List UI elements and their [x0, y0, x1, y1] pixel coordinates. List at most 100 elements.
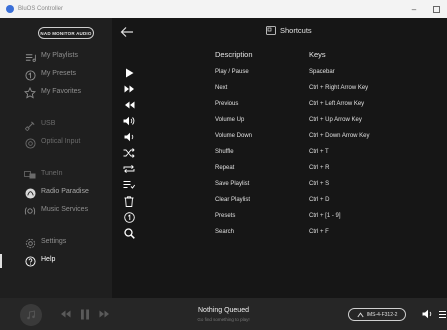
- page-header: Shortcuts: [266, 26, 312, 35]
- minimize-button[interactable]: –: [403, 0, 425, 18]
- volume-up-icon: [122, 114, 136, 128]
- previous-icon: [122, 98, 136, 112]
- chevron-up-icon: [357, 311, 364, 317]
- shortcut-row: Previous Ctrl + Left Arrow Key: [112, 97, 447, 113]
- save-playlist-icon: [122, 178, 136, 192]
- window-titlebar: BluOS Controller –: [0, 0, 447, 18]
- shortcut-keys: Ctrl + Right Arrow Key: [309, 85, 369, 91]
- shortcut-description: Volume Down: [215, 133, 253, 139]
- shortcut-keys: Ctrl + T: [309, 149, 329, 155]
- shortcut-keys: Ctrl + [1 - 9]: [309, 213, 341, 219]
- radio-paradise-icon: [24, 187, 36, 199]
- shortcut-keys: Spacebar: [309, 69, 335, 75]
- help-icon: [24, 255, 36, 267]
- preset-number-icon: [122, 210, 136, 224]
- sidebar-item-settings[interactable]: Settings: [0, 234, 112, 252]
- brand-logo: NAD MONITOR AUDIO: [38, 27, 94, 39]
- shortcut-keys: Ctrl + Left Arrow Key: [309, 101, 365, 107]
- shortcut-row: Volume Up Ctrl + Up Arrow Key: [112, 113, 447, 129]
- shortcut-row: Search Ctrl + F: [112, 225, 447, 241]
- sidebar-item-label: TuneIn: [41, 170, 63, 177]
- shortcut-description: Save Playlist: [215, 181, 250, 187]
- column-header-description: Description: [215, 50, 253, 59]
- active-indicator: [0, 254, 2, 268]
- player-bar: Nothing Queued Go find something to play…: [0, 298, 447, 330]
- shortcut-row: Play / Pause Spacebar: [112, 65, 447, 81]
- shortcut-row: Repeat Ctrl + R: [112, 161, 447, 177]
- shortcut-keys: Ctrl + Up Arrow Key: [309, 117, 362, 123]
- shortcut-row: Shuffle Ctrl + T: [112, 145, 447, 161]
- shortcut-description: Repeat: [215, 165, 235, 171]
- trash-icon: [122, 194, 136, 208]
- sidebar-item-label: My Favorites: [41, 88, 82, 95]
- sidebar-item-my-favorites[interactable]: My Favorites: [0, 84, 112, 102]
- usb-icon: [24, 119, 36, 131]
- shortcut-keys: Ctrl + Down Arrow Key: [309, 133, 370, 139]
- shortcut-keys: Ctrl + D: [309, 197, 330, 203]
- sidebar-item-label: USB: [41, 120, 56, 127]
- main-panel: Shortcuts Description Keys Play / Pause …: [112, 18, 447, 298]
- volume-button[interactable]: [420, 307, 434, 321]
- sidebar-item-label: My Playlists: [41, 52, 78, 59]
- shortcut-description: Search: [215, 229, 235, 235]
- sidebar-item-my-presets[interactable]: My Presets: [0, 66, 112, 84]
- menu-icon: [438, 310, 446, 318]
- sidebar-item-label: Music Services: [41, 206, 89, 213]
- volume-down-icon: [122, 130, 136, 144]
- column-header-keys: Keys: [309, 50, 326, 59]
- shortcut-keys: Ctrl + S: [309, 181, 330, 187]
- shortcut-description: Shuffle: [215, 149, 234, 155]
- device-selector[interactable]: IMS-4-F312-2: [348, 308, 406, 321]
- music-services-icon: [24, 205, 36, 217]
- shortcut-keys: Ctrl + F: [309, 229, 329, 235]
- device-name: IMS-4-F312-2: [366, 311, 398, 318]
- shortcut-row: Presets Ctrl + [1 - 9]: [112, 209, 447, 225]
- gear-icon: [24, 237, 36, 249]
- back-button[interactable]: [120, 26, 134, 38]
- shortcut-description: Next: [215, 85, 228, 91]
- sidebar-item-label: Optical Input: [41, 138, 81, 145]
- sidebar-item-label: Settings: [41, 238, 67, 245]
- sidebar-item-my-playlists[interactable]: My Playlists: [0, 48, 112, 66]
- shuffle-icon: [122, 146, 136, 160]
- optical-icon: [24, 137, 36, 149]
- shortcut-row: Clear Playlist Ctrl + D: [112, 193, 447, 209]
- window-title: BluOS Controller: [18, 6, 64, 12]
- app-icon: [6, 5, 14, 13]
- logo-text: NAD MONITOR AUDIO: [40, 30, 92, 36]
- sidebar-item-tunein[interactable]: TuneIn: [0, 166, 112, 184]
- page-title: Shortcuts: [280, 26, 312, 35]
- keyboard-icon: [266, 26, 276, 35]
- star-icon: [24, 87, 36, 99]
- sidebar-item-radio-paradise[interactable]: Radio Paradise: [0, 184, 112, 202]
- shortcut-description: Play / Pause: [215, 69, 249, 75]
- shortcut-description: Volume Up: [215, 117, 245, 123]
- shortcut-row: Next Ctrl + Right Arrow Key: [112, 81, 447, 97]
- shortcut-description: Clear Playlist: [215, 197, 251, 203]
- sidebar-item-label: Help: [41, 256, 56, 263]
- sidebar-item-help[interactable]: Help: [0, 252, 112, 270]
- sidebar: NAD MONITOR AUDIO My Playlists My Preset…: [0, 18, 112, 298]
- shortcut-description: Presets: [215, 213, 236, 219]
- back-arrow-icon: [120, 27, 133, 37]
- sidebar-item-label: Radio Paradise: [41, 188, 89, 195]
- search-icon: [122, 226, 136, 240]
- repeat-icon: [122, 162, 136, 176]
- queue-menu-button[interactable]: [436, 307, 447, 321]
- tunein-icon: [24, 169, 36, 181]
- sidebar-item-optical-input[interactable]: Optical Input: [0, 134, 112, 152]
- shortcut-row: Save Playlist Ctrl + S: [112, 177, 447, 193]
- volume-icon: [422, 309, 432, 319]
- maximize-icon: [432, 5, 440, 13]
- play-icon: [122, 66, 136, 80]
- maximize-button[interactable]: [425, 0, 447, 18]
- sidebar-item-usb[interactable]: USB: [0, 116, 112, 134]
- sidebar-item-music-services[interactable]: Music Services: [0, 202, 112, 220]
- presets-icon: [24, 69, 36, 81]
- sidebar-item-label: My Presets: [41, 70, 77, 77]
- shortcut-row: Volume Down Ctrl + Down Arrow Key: [112, 129, 447, 145]
- next-icon: [122, 82, 136, 96]
- shortcut-keys: Ctrl + R: [309, 165, 330, 171]
- shortcut-description: Previous: [215, 101, 239, 107]
- playlists-icon: [24, 51, 36, 63]
